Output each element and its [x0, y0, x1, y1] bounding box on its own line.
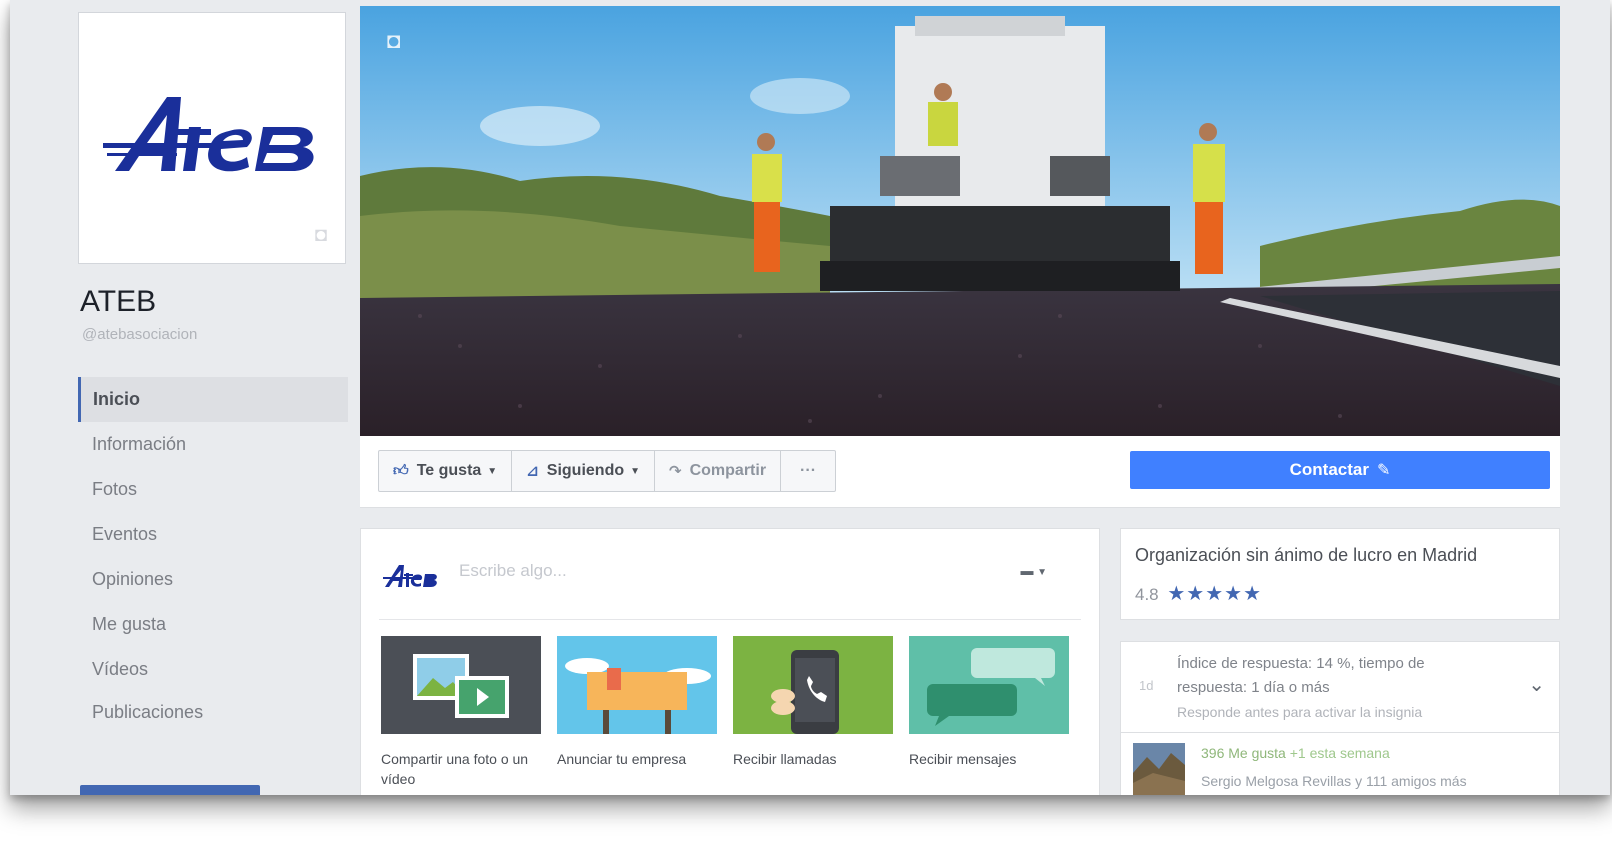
audience-icon: ▬: [1020, 563, 1034, 578]
tile-share-photo-video[interactable]: Compartir una foto o un vídeo: [381, 636, 541, 789]
billboard-icon: [557, 636, 717, 734]
tile-receive-messages[interactable]: Recibir mensajes: [909, 636, 1069, 769]
follow-label: Siguiendo: [546, 462, 625, 479]
response-rate-card[interactable]: 1d Índice de respuesta: 14 %, tiempo de …: [1120, 641, 1560, 733]
composer-input[interactable]: Escribe algo...: [459, 561, 567, 581]
chevron-down-icon: ▼: [487, 465, 498, 477]
contact-label: Contactar: [1289, 460, 1369, 479]
page-category[interactable]: Organización sin ánimo de lucro en Madri…: [1135, 545, 1477, 566]
likes-count-value: 396 Me gusta: [1201, 745, 1286, 761]
cover-photo[interactable]: ◘: [360, 6, 1560, 436]
page-rating[interactable]: 4.8 ★★★★★: [1135, 581, 1262, 606]
phone-call-icon: [733, 636, 893, 734]
nav-item-publicaciones-label: Publicaciones: [92, 702, 204, 722]
tile-promote-business-label: Anunciar tu empresa: [557, 751, 687, 767]
nav-item-me-gusta[interactable]: Me gusta: [78, 602, 348, 647]
worker-right: [1193, 123, 1225, 274]
message-bubbles-icon: [909, 636, 1069, 734]
photo-video-icon: [381, 636, 541, 734]
share-button[interactable]: ↷ Compartir: [655, 451, 782, 491]
facebook-page-screenshot: ◘ ATEB @atebasociacion Inicio Informació…: [10, 0, 1610, 795]
tile-receive-calls-label: Recibir llamadas: [733, 751, 837, 767]
page-sidebar-nav: Inicio Información Fotos Eventos Opinion…: [78, 377, 348, 762]
likes-count[interactable]: 396 Me gusta +1 esta semana: [1201, 745, 1390, 761]
star-rating-icon: ★★★★★: [1167, 583, 1263, 605]
response-badge-hint: Responde antes para activar la insignia: [1177, 704, 1423, 720]
page-likes-card: 396 Me gusta +1 esta semana Sergio Melgo…: [1120, 733, 1560, 795]
chevron-down-icon: ▼: [1037, 567, 1047, 578]
contact-button[interactable]: Contactar ✎: [1130, 451, 1550, 489]
composer-divider: [379, 619, 1081, 620]
create-page-button[interactable]: [80, 785, 260, 795]
like-button[interactable]: 👍︎ Te gusta ▼: [379, 451, 513, 491]
share-arrow-icon: ↷: [669, 463, 682, 480]
more-options-button[interactable]: ···: [781, 451, 835, 491]
nav-item-publicaciones[interactable]: Publicaciones: [78, 692, 218, 762]
chevron-down-icon: ▼: [630, 465, 641, 477]
profile-picture[interactable]: ◘: [78, 12, 346, 264]
camera-icon[interactable]: ◘: [315, 224, 327, 247]
page-about-card: Organización sin ánimo de lucro en Madri…: [1120, 528, 1560, 620]
likes-week-delta: +1 esta semana: [1289, 745, 1390, 761]
rating-value: 4.8: [1135, 585, 1159, 604]
post-composer: Escribe algo... ▬ ▼ Compartir una foto o…: [360, 528, 1100, 795]
cover-photo-image: [360, 6, 1560, 436]
pencil-icon: ✎: [1376, 462, 1391, 479]
cover-camera-icon[interactable]: ◘: [387, 28, 400, 54]
tile-receive-messages-label: Recibir mensajes: [909, 751, 1017, 767]
nav-item-inicio[interactable]: Inicio: [78, 377, 348, 422]
nav-item-eventos[interactable]: Eventos: [78, 512, 348, 557]
friends-who-like[interactable]: Sergio Melgosa Revillas y 111 amigos más: [1201, 773, 1467, 789]
page-title: ATEB: [80, 285, 157, 318]
nav-item-fotos[interactable]: Fotos: [78, 467, 348, 512]
ateb-logo: [103, 97, 314, 172]
nav-item-opiniones[interactable]: Opiniones: [78, 557, 348, 602]
share-label: Compartir: [689, 462, 767, 479]
response-rate-text: Índice de respuesta: 14 %, tiempo de res…: [1177, 655, 1425, 696]
tile-promote-business[interactable]: Anunciar tu empresa: [557, 636, 717, 769]
audience-selector[interactable]: ▬ ▼: [1020, 563, 1047, 578]
rss-icon: ⊿: [526, 463, 539, 480]
composer-avatar-logo[interactable]: [383, 563, 439, 589]
thumbs-up-icon: 👍︎: [393, 462, 409, 479]
clock-icon: 1d: [1139, 678, 1154, 693]
likes-thumbnail[interactable]: [1133, 743, 1185, 795]
action-button-group: 👍︎ Te gusta ▼ ⊿ Siguiendo ▼ ↷ Compartir …: [378, 450, 837, 492]
follow-button[interactable]: ⊿ Siguiendo ▼: [512, 451, 656, 491]
tile-receive-calls[interactable]: Recibir llamadas: [733, 636, 893, 769]
nav-item-informacion[interactable]: Información: [78, 422, 348, 467]
nav-item-videos[interactable]: Vídeos: [78, 647, 348, 692]
chevron-down-icon[interactable]: ⌄: [1528, 672, 1545, 697]
page-username[interactable]: @atebasociacion: [82, 326, 197, 343]
like-label: Te gusta: [416, 462, 482, 479]
tile-share-photo-video-label: Compartir una foto o un vídeo: [381, 751, 529, 787]
page-action-bar: 👍︎ Te gusta ▼ ⊿ Siguiendo ▼ ↷ Compartir …: [360, 436, 1560, 508]
